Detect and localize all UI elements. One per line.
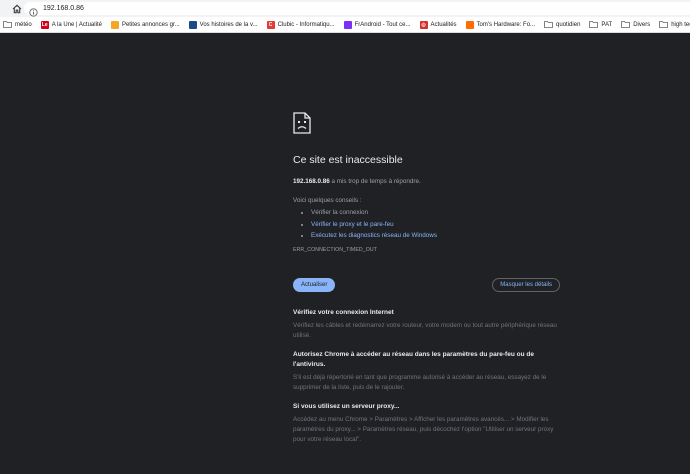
bookmark-label: PAT xyxy=(601,21,613,28)
error-title: Ce site est inaccessible xyxy=(293,154,403,166)
bookmark-label: Petites annonces gr... xyxy=(121,21,180,28)
error-summary-text: a mis trop de temps à répondre. xyxy=(329,178,421,185)
folder-icon xyxy=(544,21,553,28)
bookmark-item[interactable]: Le A la Une | Actualité xyxy=(40,20,102,29)
tip-link[interactable]: Exécutez les diagnostics réseau de Windo… xyxy=(311,232,437,239)
sad-page-icon xyxy=(293,112,565,134)
home-icon[interactable] xyxy=(11,3,23,15)
folder-icon xyxy=(589,21,599,28)
bookmark-item[interactable]: PAT xyxy=(589,21,612,28)
details-section: Vérifiez votre connexion Internet Vérifi… xyxy=(293,308,565,445)
bookmark-item[interactable]: météo xyxy=(3,21,32,28)
bookmark-item[interactable]: quotidien xyxy=(544,21,580,28)
bookmark-label: Tom's Hardware: Fo... xyxy=(476,21,536,28)
error-page: Ce site est inaccessible 192.168.0.86 a … xyxy=(293,112,565,454)
bookmark-label: quotidien xyxy=(556,21,581,28)
favicon-icon xyxy=(465,20,474,29)
bookmark-label: high tech xyxy=(671,21,690,28)
tip-link[interactable]: Vérifier le proxy et le pare-feu xyxy=(311,221,394,228)
folder-icon xyxy=(3,21,12,28)
error-host: 192.168.0.86 xyxy=(293,178,330,185)
tip-item: Vérifier le proxy et le pare-feu xyxy=(311,221,565,228)
bookmark-label: Divers xyxy=(633,21,651,28)
details-text-firewall: S'il est déjà répertorié en tant que pro… xyxy=(293,374,547,391)
tips-list: Vérifier la connexion Vérifier le proxy e… xyxy=(293,209,565,239)
bookmark-item[interactable]: FrAndroid - Tout ce... xyxy=(343,20,411,29)
bookmark-label: A la Une | Actualité xyxy=(51,21,102,28)
details-title-proxy: Si vous utilisez un serveur proxy... xyxy=(293,403,400,410)
folder-icon xyxy=(659,21,669,28)
favicon-icon xyxy=(188,20,197,29)
favicon-icon: ◎ xyxy=(419,20,428,29)
error-summary: 192.168.0.86 a mis trop de temps à répon… xyxy=(293,178,565,185)
bookmark-item[interactable]: Petites annonces gr... xyxy=(110,20,180,29)
bookmark-label: Vos histoires de la v... xyxy=(199,21,258,28)
bookmark-item[interactable]: C Clubic - Informatiqu... xyxy=(266,20,335,29)
tip-item: Vérifier la connexion xyxy=(311,209,565,216)
tips-heading: Voici quelques conseils : xyxy=(293,197,362,204)
folder-icon xyxy=(621,21,631,28)
tip-item: Exécutez les diagnostics réseau de Windo… xyxy=(311,232,565,239)
bookmark-label: FrAndroid - Tout ce... xyxy=(354,21,411,28)
favicon-icon: C xyxy=(266,20,275,29)
bookmark-label: Clubic - Informatiqu... xyxy=(277,21,335,28)
bookmark-item[interactable]: ◎ Actualités xyxy=(419,20,457,29)
details-text-proxy: Accédez au menu Chrome > Paramètres > Af… xyxy=(293,416,554,443)
reload-button[interactable]: Actualiser xyxy=(293,278,336,292)
favicon-icon xyxy=(343,20,352,29)
bookmark-item[interactable]: high tech xyxy=(659,21,690,28)
favicon-icon: Le xyxy=(40,20,49,29)
details-text-connection: Vérifiez les câbles et redémarrez votre … xyxy=(293,322,557,339)
address-bar[interactable]: 192.168.0.86 xyxy=(24,2,690,17)
site-info-icon[interactable] xyxy=(29,4,38,17)
browser-toolbar: 192.168.0.86 xyxy=(0,0,690,17)
bookmark-item[interactable]: Vos histoires de la v... xyxy=(188,20,258,29)
error-code: ERR_CONNECTION_TIMED_OUT xyxy=(293,247,377,253)
bookmark-item[interactable]: Divers xyxy=(621,21,650,28)
details-title-connection: Vérifiez votre connexion Internet xyxy=(293,309,394,316)
bookmarks-bar: météo Le A la Une | Actualité Petites annon… xyxy=(0,17,690,33)
bookmark-label: météo xyxy=(15,21,32,28)
bookmark-label: Actualités xyxy=(430,21,457,28)
action-buttons: Actualiser Masquer les détails xyxy=(293,278,565,292)
hide-details-button[interactable]: Masquer les détails xyxy=(492,278,560,292)
bookmark-item[interactable]: Tom's Hardware: Fo... xyxy=(465,20,536,29)
url-text[interactable]: 192.168.0.86 xyxy=(43,5,84,12)
details-title-firewall: Autorisez Chrome à accéder au réseau dan… xyxy=(293,351,534,368)
favicon-icon xyxy=(110,20,119,29)
tip-text: Vérifier la connexion xyxy=(311,209,369,216)
